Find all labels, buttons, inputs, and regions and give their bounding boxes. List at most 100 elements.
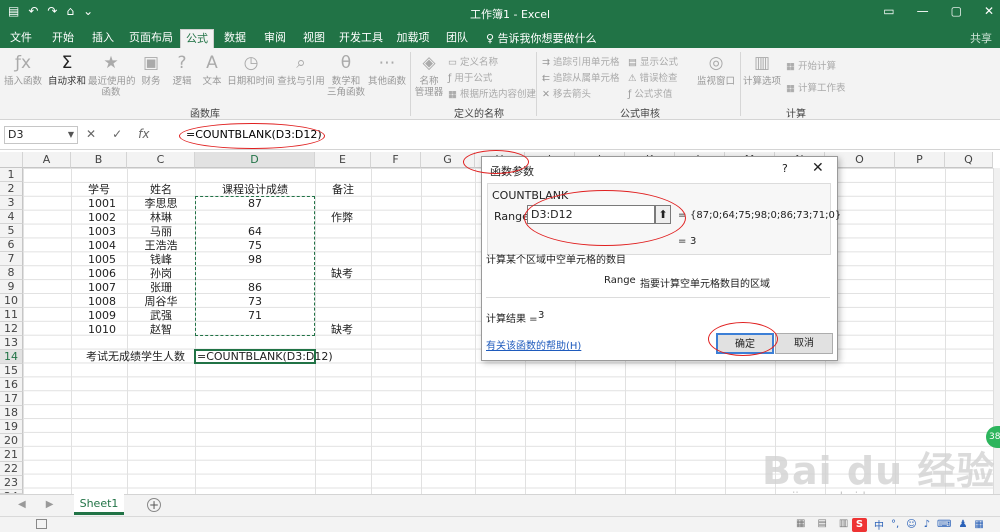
header-score[interactable]: 课程设计成绩 [195, 183, 315, 197]
macro-record-icon[interactable] [36, 519, 47, 529]
page-layout-view-icon[interactable]: ▤ [817, 518, 826, 529]
close-icon[interactable]: ✕ [812, 160, 824, 176]
calc-options-button[interactable]: ▥ 计算选项 [742, 52, 782, 87]
use-in-formula-button[interactable]: ƒ 用于公式 [448, 70, 492, 84]
column-header-d[interactable]: D [195, 152, 315, 168]
column-header-a[interactable]: A [23, 152, 71, 168]
save-icon[interactable]: ▤ [8, 4, 19, 18]
autosum-button[interactable]: Σ 自动求和 [46, 52, 88, 87]
cell-name[interactable]: 孙岗 [127, 267, 195, 281]
lookup-button[interactable]: ⌕ 查找与引用 [276, 52, 326, 87]
text-button[interactable]: A 文本 [198, 52, 226, 87]
count-label-cell[interactable]: 考试无成绩学生人数 [86, 350, 185, 364]
cell-note[interactable]: 缺考 [331, 323, 353, 337]
tell-me-box[interactable]: ♀ 告诉我你想要做什么 [486, 30, 597, 46]
sogou-logo-icon[interactable]: S [852, 517, 867, 532]
cell-name[interactable]: 张珊 [127, 281, 195, 295]
scroll-left-icon[interactable]: ◀ [18, 499, 26, 510]
cell-name[interactable]: 周谷华 [127, 295, 195, 309]
row-header[interactable]: 10 [0, 294, 23, 308]
row-header[interactable]: 13 [0, 336, 23, 350]
insert-function-button[interactable]: ƒx 插入函数 [4, 52, 42, 87]
row-header[interactable]: 14 [0, 350, 23, 364]
tab-team[interactable]: 团队 [440, 29, 474, 48]
row-header[interactable]: 9 [0, 280, 23, 294]
row-header[interactable]: 6 [0, 238, 23, 252]
financial-button[interactable]: ▣ 财务 [136, 52, 166, 87]
row-header[interactable]: 12 [0, 322, 23, 336]
help-icon[interactable]: ? [782, 162, 788, 175]
microphone-icon[interactable]: ♪ [924, 519, 930, 530]
ribbon-display-icon[interactable]: ▭ [883, 4, 894, 18]
home-icon[interactable]: ⌂ [66, 4, 74, 18]
tab-insert[interactable]: 插入 [86, 29, 120, 48]
cancel-button[interactable]: 取消 [775, 333, 833, 354]
tab-page-layout[interactable]: 页面布局 [126, 29, 176, 48]
skin-icon[interactable]: ♟ [958, 519, 967, 530]
calc-now-button[interactable]: ▦ 开始计算 [786, 58, 836, 72]
row-header[interactable]: 2 [0, 182, 23, 196]
add-sheet-icon[interactable]: + [147, 498, 161, 512]
customize-qat-icon[interactable]: ⌄ [83, 4, 93, 18]
row-header[interactable]: 15 [0, 364, 23, 378]
function-help-link[interactable]: 有关该函数的帮助(H) [486, 337, 581, 352]
row-header[interactable]: 1 [0, 168, 23, 182]
cell-id[interactable]: 1003 [88, 225, 116, 239]
tab-view[interactable]: 视图 [297, 29, 331, 48]
logical-button[interactable]: ? 逻辑 [168, 52, 196, 87]
cell-note[interactable]: 作弊 [331, 211, 353, 225]
cell-id[interactable]: 1001 [88, 197, 116, 211]
tab-data[interactable]: 数据 [218, 29, 252, 48]
cell-name[interactable]: 李思思 [127, 197, 195, 211]
cell-id[interactable]: 1008 [88, 295, 116, 309]
cell-id[interactable]: 1006 [88, 267, 116, 281]
cancel-icon[interactable]: ✕ [86, 127, 96, 141]
chevron-down-icon[interactable]: ▼ [68, 127, 74, 143]
normal-view-icon[interactable]: ▦ [796, 518, 805, 529]
share-button[interactable]: 共享 [970, 30, 992, 46]
header-name[interactable]: 姓名 [127, 183, 195, 197]
cell-name[interactable]: 林琳 [127, 211, 195, 225]
cell-note[interactable]: 缺考 [331, 267, 353, 281]
header-note[interactable]: 备注 [315, 183, 371, 197]
row-header[interactable]: 16 [0, 378, 23, 392]
row-header[interactable]: 5 [0, 224, 23, 238]
column-header-c[interactable]: C [127, 152, 195, 168]
row-header[interactable]: 18 [0, 406, 23, 420]
row-header[interactable]: 19 [0, 420, 23, 434]
cell-name[interactable]: 王浩浩 [127, 239, 195, 253]
column-header-e[interactable]: E [315, 152, 371, 168]
cell-name[interactable]: 武强 [127, 309, 195, 323]
math-trig-button[interactable]: θ 数学和 三角函数 [326, 52, 366, 98]
column-header-q[interactable]: Q [945, 152, 993, 168]
recently-used-button[interactable]: ★ 最近使用的 函数 [88, 52, 136, 98]
calc-sheet-button[interactable]: ▦ 计算工作表 [786, 80, 846, 94]
language-indicator[interactable]: 中 [874, 517, 884, 532]
name-box[interactable]: D3 ▼ [4, 126, 78, 144]
define-name-button[interactable]: ▭ 定义名称 [448, 54, 498, 68]
row-header[interactable]: 23 [0, 476, 23, 490]
close-button[interactable]: ✕ [984, 4, 994, 18]
minimize-button[interactable]: — [917, 4, 929, 18]
cell-id[interactable]: 1009 [88, 309, 116, 323]
more-functions-button[interactable]: ⋯ 其他函数 [366, 52, 408, 87]
punctuation-icon[interactable]: °, [891, 519, 899, 530]
cell-id[interactable]: 1004 [88, 239, 116, 253]
row-header[interactable]: 20 [0, 434, 23, 448]
trace-precedents-button[interactable]: ⇉ 追踪引用单元格 [542, 54, 619, 68]
cell-name[interactable]: 马丽 [127, 225, 195, 239]
show-formulas-button[interactable]: ▤ 显示公式 [628, 54, 678, 68]
datetime-button[interactable]: ◷ 日期和时间 [226, 52, 276, 87]
watch-window-button[interactable]: ◎ 监视窗口 [694, 52, 738, 87]
select-all-corner[interactable] [0, 152, 23, 168]
row-header[interactable]: 21 [0, 448, 23, 462]
evaluate-formula-button[interactable]: ƒ 公式求值 [628, 86, 672, 100]
formula-cell[interactable]: =COUNTBLANK(D3:D12) [197, 350, 333, 364]
column-header-f[interactable]: F [371, 152, 421, 168]
tab-developer[interactable]: 开发工具 [336, 29, 386, 48]
row-header[interactable]: 22 [0, 462, 23, 476]
keyboard-icon[interactable]: ⌨ [937, 519, 951, 530]
undo-icon[interactable]: ↶ [28, 4, 38, 18]
maximize-button[interactable]: ▢ [951, 4, 962, 18]
tab-home[interactable]: 开始 [46, 29, 80, 48]
